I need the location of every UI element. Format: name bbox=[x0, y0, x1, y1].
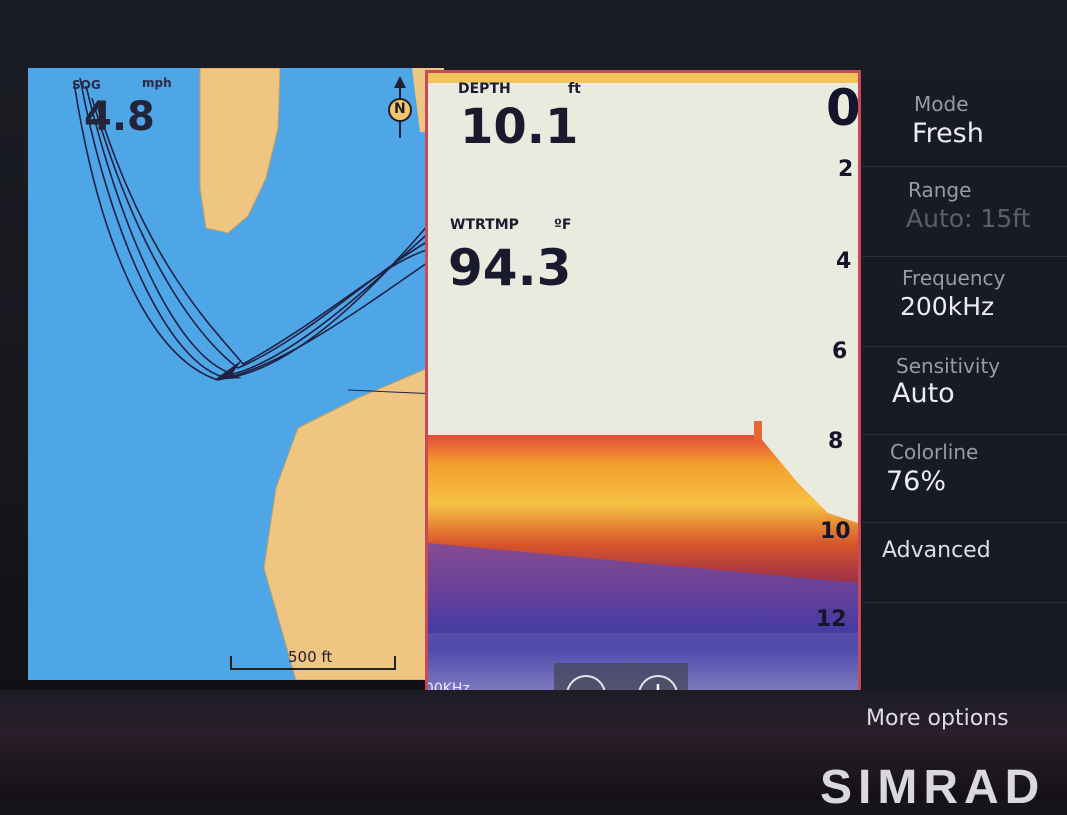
depth-value: 10.1 bbox=[460, 99, 579, 155]
depth-tick-4: 4 bbox=[836, 249, 852, 274]
sensitivity-value: Auto bbox=[892, 378, 955, 409]
scale-label: 500 ft bbox=[288, 648, 333, 666]
menu-item-range[interactable]: Range Auto: 15ft bbox=[862, 168, 1067, 252]
north-label: N bbox=[394, 101, 406, 117]
menu-divider bbox=[862, 256, 1067, 257]
depth-tick-0: 0 bbox=[826, 79, 861, 137]
brand-logo: SIMRAD bbox=[820, 761, 1046, 814]
range-value: Auto: 15ft bbox=[906, 204, 1031, 233]
north-arrow-icon[interactable]: N bbox=[386, 74, 414, 140]
depth-unit: ft bbox=[568, 81, 581, 97]
depth-label: DEPTH bbox=[458, 81, 511, 97]
colorline-value: 76% bbox=[886, 466, 947, 497]
sog-value: 4.8 bbox=[84, 94, 155, 140]
range-label: Range bbox=[908, 178, 972, 202]
chart-panel[interactable]: SOG mph 4.8 N 500 ft bbox=[28, 68, 444, 680]
sonar-menu: Mode Fresh Range Auto: 15ft Frequency 20… bbox=[862, 76, 1067, 696]
menu-item-advanced[interactable]: Advanced bbox=[882, 538, 991, 563]
sensitivity-label: Sensitivity bbox=[896, 354, 1001, 378]
menu-divider bbox=[862, 346, 1067, 347]
more-options-button[interactable]: More options bbox=[866, 706, 1009, 731]
menu-item-frequency[interactable]: Frequency 200kHz bbox=[862, 258, 1067, 342]
frequency-label: Frequency bbox=[902, 266, 1006, 290]
sonar-echo bbox=[428, 421, 858, 755]
depth-tick-2: 2 bbox=[838, 157, 854, 182]
water-temp-value: 94.3 bbox=[448, 239, 572, 297]
frequency-value: 200kHz bbox=[900, 292, 995, 321]
water-temp-label: WTRTMP bbox=[450, 217, 519, 233]
sonar-panel[interactable]: DEPTH ft 10.1 WTRTMP ºF 94.3 0 2 4 6 8 1… bbox=[425, 70, 861, 758]
menu-divider bbox=[862, 522, 1067, 523]
menu-divider bbox=[862, 602, 1067, 603]
mode-label: Mode bbox=[914, 92, 969, 116]
menu-divider bbox=[862, 166, 1067, 167]
depth-tick-12: 12 bbox=[816, 607, 847, 632]
mode-value: Fresh bbox=[912, 118, 984, 149]
depth-tick-6: 6 bbox=[832, 339, 848, 364]
depth-tick-10: 10 bbox=[820, 519, 851, 544]
sog-unit: mph bbox=[142, 76, 172, 90]
colorline-label: Colorline bbox=[890, 440, 979, 464]
land-top bbox=[199, 68, 281, 234]
land-bottom-right bbox=[263, 362, 444, 680]
depth-tick-8: 8 bbox=[828, 429, 844, 454]
structure-spike bbox=[754, 421, 762, 441]
menu-item-sensitivity[interactable]: Sensitivity Auto bbox=[862, 348, 1067, 432]
menu-item-mode[interactable]: Mode Fresh bbox=[862, 76, 1067, 162]
water-temp-unit: ºF bbox=[554, 217, 572, 233]
menu-item-colorline[interactable]: Colorline 76% bbox=[862, 436, 1067, 520]
boat-icon bbox=[214, 360, 242, 380]
sog-label: SOG bbox=[72, 78, 101, 92]
chart-map bbox=[73, 68, 444, 680]
menu-divider bbox=[862, 434, 1067, 435]
